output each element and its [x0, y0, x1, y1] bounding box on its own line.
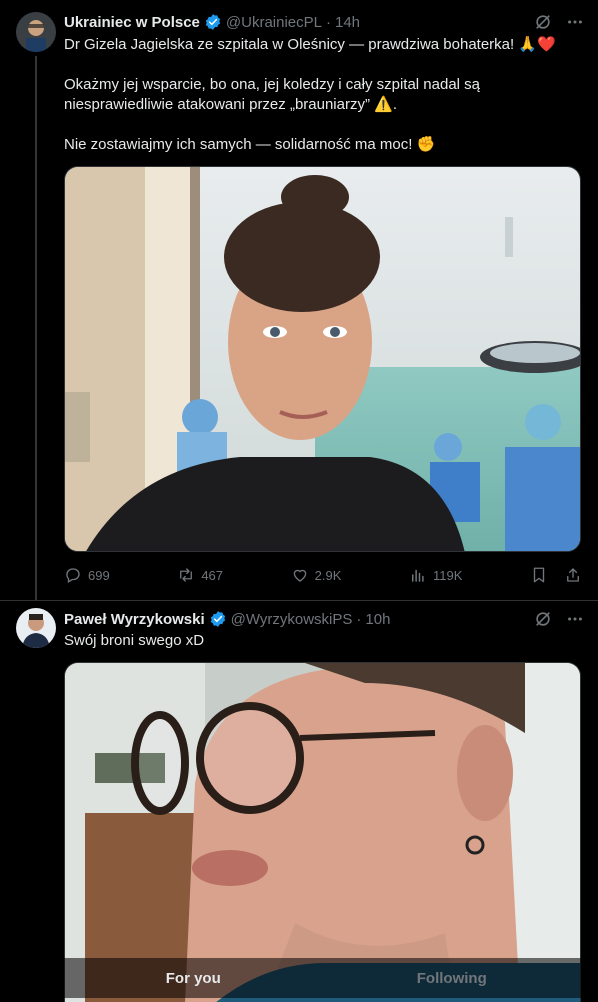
repost-icon	[180, 568, 193, 582]
more-options-icon[interactable]	[566, 13, 584, 36]
tweet-1[interactable]: Ukrainiec w Polsce @UkrainiecPL · 14h Dr…	[0, 0, 598, 600]
display-name[interactable]: Paweł Wyrzykowski	[64, 611, 205, 628]
tweet-text-line: Nie zostawiajmy ich samych — solidarność…	[64, 136, 436, 153]
tweet-video[interactable]	[64, 662, 581, 1002]
tab-label: For you	[165, 969, 221, 987]
reply-button[interactable]: 699	[64, 566, 110, 584]
repost-button[interactable]: 467	[177, 566, 223, 584]
views-button[interactable]: 119K	[409, 566, 462, 584]
bookmark-share-group	[530, 566, 582, 584]
tweet-top-icons	[534, 610, 584, 633]
timestamp[interactable]: 14h	[335, 14, 360, 31]
tweet-photo[interactable]	[64, 166, 581, 552]
verified-badge-icon	[204, 13, 222, 31]
tweet-header: Ukrainiec w Polsce @UkrainiecPL · 14h	[64, 11, 360, 33]
grok-icon[interactable]	[534, 13, 552, 36]
verified-badge-icon	[209, 610, 227, 628]
timestamp[interactable]: 10h	[365, 611, 390, 628]
display-name[interactable]: Ukrainiec w Polsce	[64, 14, 200, 31]
grok-icon[interactable]	[534, 610, 552, 633]
separator-dot: ·	[326, 13, 331, 31]
tweet-2[interactable]: Paweł Wyrzykowski @WyrzykowskiPS · 10h S…	[0, 601, 598, 1002]
more-options-icon[interactable]	[566, 610, 584, 633]
tab-label: Following	[416, 969, 487, 987]
timeline-tabs: For you Following	[64, 958, 581, 998]
tweet-top-icons	[534, 13, 584, 36]
tweet-text-line: Swój broni swego xD	[64, 632, 205, 649]
view-count: 119K	[432, 567, 463, 583]
avatar[interactable]	[16, 608, 56, 648]
tab-following[interactable]: Following	[323, 958, 582, 998]
like-count: 2.9K	[314, 567, 342, 583]
reply-icon	[66, 568, 80, 583]
tab-for-you[interactable]: For you	[64, 958, 323, 998]
reply-count: 699	[88, 567, 110, 583]
handle[interactable]: @WyrzykowskiPS	[231, 611, 353, 628]
views-icon	[411, 569, 424, 582]
like-button[interactable]: 2.9K	[291, 566, 342, 584]
tweet-header: Paweł Wyrzykowski @WyrzykowskiPS · 10h	[64, 608, 390, 630]
heart-icon	[293, 569, 306, 582]
separator-dot: ·	[356, 610, 362, 628]
tweet-text: Swój broni swego xD	[64, 631, 574, 651]
tweet-text-line: Okażmy jej wsparcie, bo ona, jej koledzy…	[64, 76, 481, 113]
repost-count: 467	[201, 567, 224, 583]
tweet-text-line: Dr Gizela Jagielska ze szpitala w Oleśni…	[64, 36, 556, 53]
avatar[interactable]	[16, 12, 56, 52]
tweet-text: Dr Gizela Jagielska ze szpitala w Oleśni…	[64, 35, 574, 155]
bookmark-icon[interactable]	[530, 566, 548, 584]
tweet-actions: 699 467 2.9K 119K	[64, 564, 582, 586]
handle[interactable]: @UkrainiecPL	[226, 14, 322, 31]
share-icon[interactable]	[564, 566, 582, 584]
thread-line	[35, 56, 37, 600]
